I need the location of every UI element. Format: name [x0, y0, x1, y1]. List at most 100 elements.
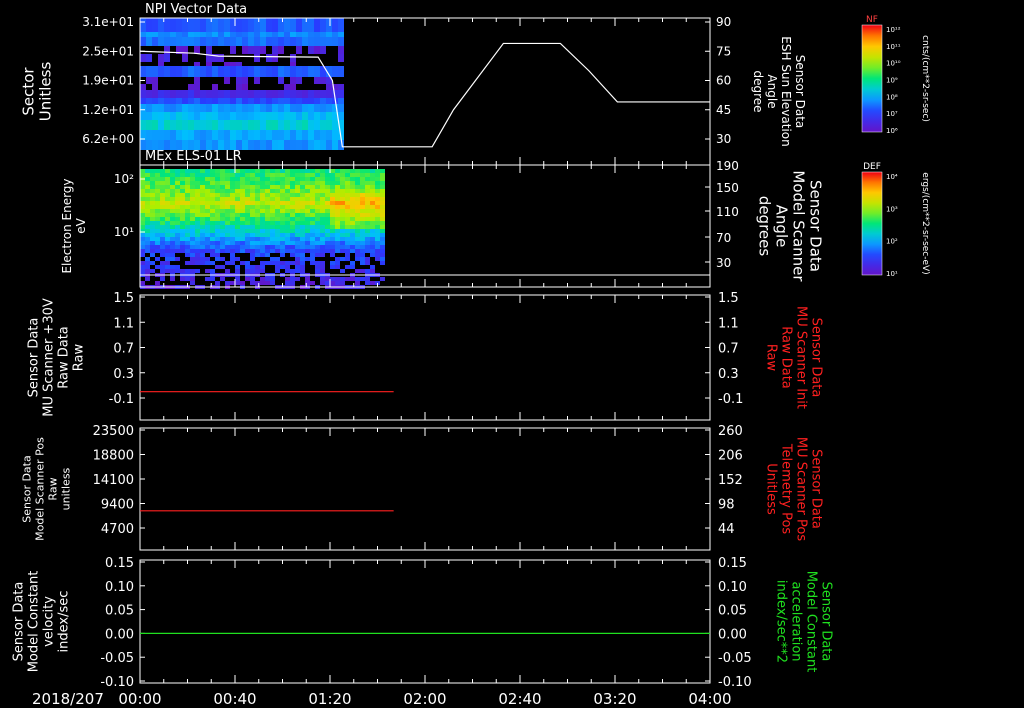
els-heatmap-cell	[185, 261, 190, 265]
els-heatmap-cell	[155, 245, 160, 249]
els-heatmap-cell	[200, 225, 205, 229]
npi-heatmap-cell	[188, 112, 194, 120]
els-heatmap-cell	[230, 169, 235, 173]
els-heatmap-cell	[270, 241, 275, 245]
els-heatmap-cell	[290, 261, 295, 265]
els-heatmap-cell	[355, 173, 360, 177]
els-heatmap-cell	[370, 193, 375, 197]
npi-heatmap-cell	[308, 18, 314, 32]
els-heatmap-cell	[165, 213, 170, 217]
els-heatmap-cell	[270, 233, 275, 237]
els-heatmap-cell	[335, 201, 340, 205]
els-heatmap-cell	[150, 201, 155, 205]
npi-heatmap-cell	[182, 98, 188, 104]
els-heatmap-cell	[380, 173, 385, 177]
scanner-pos-ylabel-line: Sensor Data	[21, 455, 34, 522]
x-tick-label: 01:20	[308, 690, 351, 708]
els-heatmap-cell	[155, 213, 160, 217]
els-heatmap-cell	[375, 201, 380, 205]
els-heatmap-cell	[225, 197, 230, 201]
els-heatmap-cell	[230, 217, 235, 221]
npi-y2label-line: Angle	[765, 74, 779, 108]
els-heatmap-cell	[240, 229, 245, 233]
els-heatmap-cell	[145, 257, 150, 261]
els-heatmap-cell	[340, 281, 345, 285]
els-heatmap-cell	[370, 169, 375, 173]
npi-heatmap-cell	[188, 84, 194, 90]
els-heatmap-cell	[150, 217, 155, 221]
els-heatmap-cell	[155, 265, 160, 269]
npi-heatmap-cell	[290, 62, 296, 66]
constant-y-tick-left: 0.10	[105, 580, 134, 595]
els-heatmap-cell	[220, 173, 225, 177]
mu-init-y-tick-left: 0.3	[113, 367, 134, 382]
els-heatmap-cell	[215, 181, 220, 185]
els-heatmap-cell	[350, 261, 355, 265]
npi-heatmap-cell	[248, 104, 254, 112]
els-heatmap-cell	[160, 201, 165, 205]
els-heatmap-cell	[355, 269, 360, 273]
els-heatmap-cell	[295, 205, 300, 209]
els-heatmap-cell	[375, 221, 380, 225]
els-heatmap-cell	[365, 225, 370, 229]
els-heatmap-cell	[265, 209, 270, 213]
els-heatmap-cell	[305, 277, 310, 281]
els-heatmap-cell	[295, 249, 300, 253]
els-heatmap-cell	[155, 197, 160, 201]
els-heatmap-cell	[340, 237, 345, 241]
els-heatmap-cell	[205, 209, 210, 213]
els-heatmap-cell	[300, 217, 305, 221]
els-heatmap-cell	[330, 169, 335, 173]
els-heatmap-cell	[205, 169, 210, 173]
nf-colorbar-tick-label: 10⁷	[886, 110, 898, 118]
npi-heatmap-cell	[260, 18, 266, 32]
npi-heatmap-cell	[314, 66, 320, 77]
els-heatmap-cell	[160, 181, 165, 185]
els-heatmap-cell	[250, 241, 255, 245]
els-heatmap-cell	[330, 277, 335, 281]
constant-ylabel-line: index/sec	[57, 591, 72, 653]
els-heatmap-cell	[175, 225, 180, 229]
npi-heatmap-cell	[200, 98, 206, 104]
npi-heatmap-cell	[242, 130, 248, 140]
els-heatmap-cell	[140, 237, 145, 241]
els-heatmap-cell	[290, 225, 295, 229]
els-heatmap-cell	[250, 221, 255, 225]
npi-heatmap-cell	[230, 37, 236, 46]
els-heatmap-cell	[285, 233, 290, 237]
els-heatmap-cell	[330, 209, 335, 213]
npi-heatmap-cell	[182, 54, 188, 62]
mu-init-y-tick-left: 1.5	[113, 291, 134, 306]
els-heatmap-cell	[370, 249, 375, 253]
els-heatmap-cell	[270, 281, 275, 285]
els-heatmap-cell	[295, 265, 300, 269]
els-heatmap-cell	[210, 197, 215, 201]
npi-heatmap-cell	[164, 130, 170, 140]
npi-heatmap-cell	[242, 112, 248, 120]
els-heatmap-cell	[335, 209, 340, 213]
els-heatmap-cell	[160, 221, 165, 225]
els-heatmap-cell	[345, 225, 350, 229]
els-heatmap-cell	[180, 245, 185, 249]
els-heatmap-cell	[160, 185, 165, 189]
els-heatmap-cell	[315, 253, 320, 257]
els-heatmap-cell	[350, 181, 355, 185]
els-heatmap-cell	[310, 281, 315, 285]
els-heatmap-cell	[160, 265, 165, 269]
npi-heatmap-cell	[158, 90, 164, 98]
els-heatmap-cell	[190, 181, 195, 185]
els-heatmap-cell	[240, 237, 245, 241]
els-heatmap-cell	[235, 181, 240, 185]
els-heatmap-cell	[310, 173, 315, 177]
els-heatmap-cell	[140, 265, 145, 269]
els-heatmap-cell	[150, 233, 155, 237]
npi-heatmap-cell	[152, 77, 158, 84]
npi-heatmap-cell	[170, 130, 176, 140]
els-heatmap-cell	[290, 189, 295, 193]
els-heatmap-cell	[205, 213, 210, 217]
els-heatmap-cell	[280, 173, 285, 177]
els-heatmap-cell	[375, 177, 380, 181]
els-heatmap-cell	[370, 189, 375, 193]
npi-heatmap-cell	[284, 104, 290, 112]
npi-heatmap-cell	[152, 104, 158, 112]
